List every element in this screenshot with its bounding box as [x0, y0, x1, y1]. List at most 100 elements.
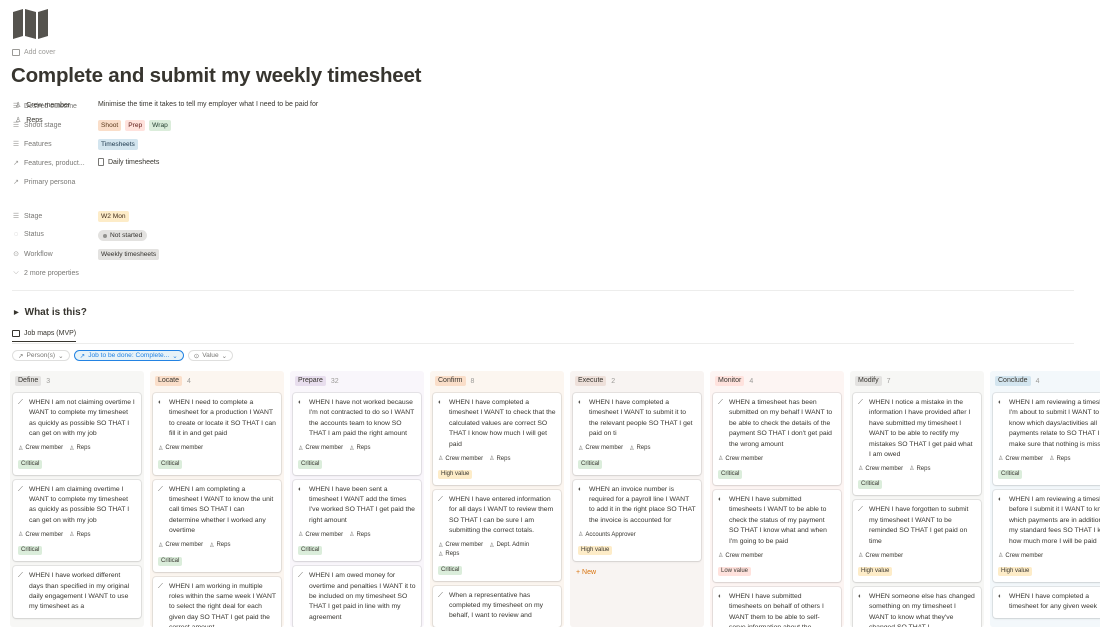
- card-tag-row: Critical: [18, 452, 136, 470]
- persona-chip: ♙ Crew member: [18, 531, 63, 539]
- card-tag-row: High value: [998, 559, 1100, 577]
- card-tag-row: Critical: [298, 452, 416, 470]
- half-circle-icon: ◐: [998, 593, 1003, 601]
- column-name[interactable]: Prepare: [295, 376, 326, 386]
- column-count: 4: [187, 377, 191, 385]
- persona-label: Crew member: [165, 542, 204, 549]
- card-text: When a representative has completed my t…: [449, 591, 544, 620]
- persona-chip: ♙ Reps: [1049, 455, 1070, 463]
- job-card[interactable]: ◐ WHEN I have submitted timesheets on beh…: [713, 587, 841, 627]
- toggle-what-is-this[interactable]: ▶ What is this?: [14, 307, 87, 318]
- job-card[interactable]: ◐ WHEN I have not worked because I'm not …: [293, 393, 421, 475]
- card-personas: ♙ Crew member ♙ Dept. Admin ♙ Reps: [438, 542, 556, 558]
- persona-chip: ♙ Reps: [629, 445, 650, 452]
- person-icon: ♙: [349, 532, 355, 539]
- job-card[interactable]: ⟋ WHEN I am owed money for overtime and p…: [293, 566, 421, 627]
- job-card[interactable]: ◐ WHEN I have completed a timesheet I WAN…: [573, 393, 701, 475]
- person-icon: ♙: [629, 445, 635, 452]
- value-tag: Critical: [858, 480, 883, 490]
- person-icon: ♙: [158, 445, 164, 452]
- new-card-button[interactable]: + New: [573, 569, 701, 576]
- job-card[interactable]: ⟋ When a representative has completed my …: [433, 585, 561, 627]
- property-primary-persona[interactable]: ↗ Primary persona ♙ Crew member ♙ Reps: [12, 102, 612, 209]
- value-tag: Critical: [158, 556, 183, 566]
- value-tag: Critical: [298, 546, 323, 556]
- card-text: WHEN someone else has changed something …: [869, 593, 975, 627]
- person-icon: ♙: [349, 445, 355, 452]
- card-personas: ♙ Crew member ♙ Reps: [298, 531, 416, 539]
- job-card[interactable]: ⟋ WHEN I am working in multiple roles wit…: [153, 576, 281, 627]
- persona-chip: ♙ Reps: [909, 465, 931, 473]
- persona-label: Crew member: [585, 445, 624, 452]
- column-name[interactable]: Confirm: [435, 376, 466, 386]
- job-card[interactable]: ⟋ WHEN I have entered information for all…: [433, 490, 561, 581]
- job-card[interactable]: ⟋ WHEN I am not claiming overtime I WANT …: [13, 393, 141, 475]
- card-text: WHEN I am claiming overtime I WANT to co…: [29, 485, 130, 524]
- job-card[interactable]: ◐ WHEN I have completed a timesheet I WAN…: [433, 393, 561, 486]
- job-card[interactable]: ◐ WHEN someone else has changed something…: [853, 587, 981, 627]
- value-tag: Critical: [718, 470, 743, 480]
- filter-job-to-be-done[interactable]: ↗ Job to be done: Complete... ⌄: [73, 350, 184, 361]
- column-name[interactable]: Modify: [855, 376, 882, 386]
- card-text: WHEN I have completed a timesheet for an…: [1009, 593, 1098, 611]
- persona-chip: ♙ Dept. Admin: [489, 542, 529, 549]
- add-cover-button[interactable]: Add cover: [12, 49, 56, 56]
- persona-chip: ♙ Accounts Approver: [578, 531, 636, 539]
- job-card[interactable]: ◐ WHEN I have submitted timesheets I WANT…: [713, 490, 841, 583]
- job-card[interactable]: ⟋ WHEN I am completing a timesheet I WANT…: [153, 479, 281, 572]
- job-card[interactable]: ⟋ WHEN I have worked different days than …: [13, 566, 141, 618]
- wand-icon: ⟋: [158, 485, 163, 493]
- person-icon: ♙: [69, 532, 75, 539]
- half-circle-icon: ◐: [718, 496, 723, 504]
- board-column-prepare: Prepare 32 ◐ WHEN I have not worked because…: [290, 371, 424, 627]
- persona-chip: ♙ Reps: [69, 531, 90, 539]
- tab-job-maps[interactable]: Job maps (MVP): [12, 330, 77, 342]
- persona-label: Reps: [916, 465, 931, 472]
- persona-reps[interactable]: ♙ Reps: [15, 116, 43, 125]
- card-title: ⟋ WHEN I have forgotten to submit my time…: [858, 505, 976, 547]
- job-card[interactable]: ◐ WHEN I am reviewing a timesheet before …: [993, 490, 1100, 583]
- board-column-execute: Execute 2 ◐ WHEN I have completed a timeshe…: [570, 371, 704, 627]
- tab-label: Job maps (MVP): [24, 330, 77, 337]
- persona-label: Crew member: [725, 455, 764, 462]
- column-name[interactable]: Execute: [575, 376, 607, 386]
- column-name[interactable]: Define: [15, 376, 42, 386]
- card-title: ⟋ WHEN I am owed money for overtime and p…: [298, 571, 416, 623]
- job-card[interactable]: ◐ WHEN I have completed a timesheet for a…: [993, 587, 1100, 618]
- job-card[interactable]: ⟋ WHEN a timesheet has been submitted on …: [713, 393, 841, 486]
- board-column-confirm: Confirm 8 ◐ WHEN I have completed a timeshe…: [430, 371, 564, 627]
- filter-bar: ↗ Person(s) ⌄ ↗ Job to be done: Complete...…: [12, 350, 234, 361]
- column-name[interactable]: Monitor: [715, 376, 745, 386]
- page-title[interactable]: Complete and submit my weekly timesheet: [11, 64, 422, 88]
- map-icon: [13, 9, 48, 39]
- persona-chip: ♙ Crew member: [158, 445, 203, 452]
- job-card[interactable]: ⟋ WHEN I notice a mistake in the informat…: [853, 393, 981, 496]
- column-header: Monitor 4: [713, 374, 841, 388]
- column-name[interactable]: Locate: [155, 376, 183, 386]
- column-name[interactable]: Conclude: [995, 376, 1031, 386]
- job-card[interactable]: ⟋ WHEN I have forgotten to submit my time…: [853, 500, 981, 583]
- person-icon: ♙: [209, 542, 215, 549]
- persona-chip: ♙ Crew member: [858, 465, 903, 473]
- wand-icon: ⟋: [18, 399, 23, 406]
- filter-value[interactable]: ⊙ Value ⌄: [187, 350, 234, 361]
- card-tag-row: Critical: [298, 538, 416, 556]
- chevron-down-icon: ⌄: [221, 352, 228, 360]
- person-icon: ♙: [298, 532, 304, 539]
- toggle-label: What is this?: [24, 307, 87, 318]
- job-card[interactable]: ◐ WHEN I have been sent a timesheet I WAN…: [293, 479, 421, 562]
- column-count: 32: [330, 377, 339, 385]
- wand-icon: ⟋: [298, 572, 303, 580]
- column-header: Prepare 32: [293, 374, 421, 388]
- job-card[interactable]: ⟋ WHEN I am claiming overtime I WANT to c…: [13, 479, 141, 562]
- card-tag-row: Critical: [158, 452, 276, 470]
- card-title: ⟋ WHEN I have entered information for all…: [438, 495, 556, 537]
- job-card[interactable]: ◐ WHEN I am reviewing a timesheet I'm abo…: [993, 393, 1100, 486]
- filter-persona[interactable]: ↗ Person(s) ⌄: [12, 350, 70, 361]
- job-card[interactable]: ◐ WHEN I need to complete a timesheet for…: [153, 393, 281, 475]
- persona-crew-member[interactable]: ♙ Crew member: [15, 101, 70, 110]
- persona-chip: ♙ Crew member: [998, 552, 1043, 560]
- card-title: ⟋ WHEN I have worked different days than …: [18, 571, 136, 613]
- tag-wrap[interactable]: Wrap: [149, 120, 171, 131]
- job-card[interactable]: ◐ WHEN an invoice number is required for …: [573, 479, 701, 562]
